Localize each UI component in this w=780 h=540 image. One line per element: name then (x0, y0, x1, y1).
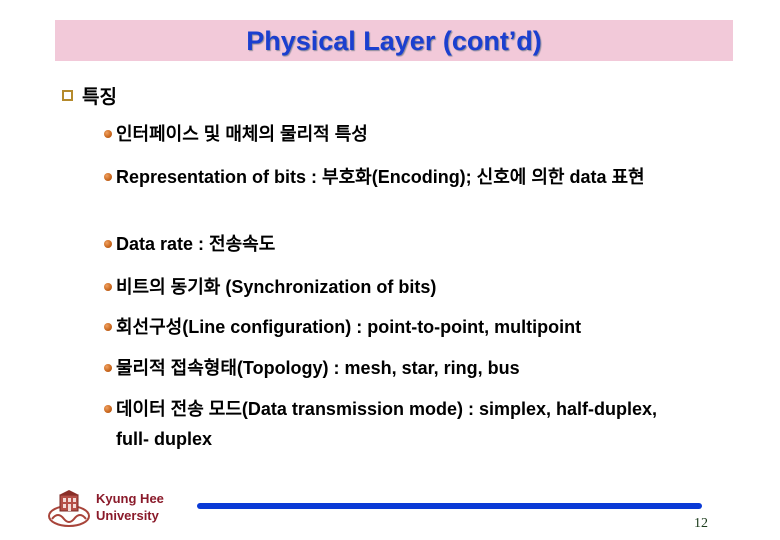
bullet-item: Representation of bits : 부호화(Encoding); … (102, 162, 702, 192)
square-bullet-icon (62, 90, 73, 101)
bullet-dot-icon (104, 283, 112, 291)
university-name: Kyung Hee University (96, 490, 164, 524)
bullet-text: 인터페이스 및 매체의 물리적 특성 (116, 124, 368, 144)
bullet-text: 회선구성(Line configuration) : point-to-poin… (116, 317, 582, 337)
bullet-item: 회선구성(Line configuration) : point-to-poin… (102, 312, 712, 342)
bullet-dot-icon (104, 240, 112, 248)
bullet-item: 데이터 전송 모드(Data transmission mode) : simp… (102, 394, 692, 454)
bullet-dot-icon (104, 173, 112, 181)
page-number: 12 (694, 516, 708, 531)
slide-title: Physical Layer (cont’d) (246, 26, 542, 56)
bullet-item: 물리적 접속형태(Topology) : mesh, star, ring, b… (102, 353, 712, 383)
bullet-dot-icon (104, 405, 112, 413)
section-heading-text: 특징 (82, 87, 117, 108)
university-seal-icon (46, 489, 92, 529)
bullet-item: 비트의 동기화 (Synchronization of bits) (102, 272, 712, 302)
bullet-text: Data rate : 전송속도 (116, 234, 276, 254)
university-name-line2: University (96, 508, 159, 523)
bullet-dot-icon (104, 130, 112, 138)
university-name-line1: Kyung Hee (96, 491, 164, 506)
bullet-text: 데이터 전송 모드(Data transmission mode) : simp… (116, 399, 658, 449)
footer-rule (197, 503, 702, 509)
title-band: Physical Layer (cont’d) (55, 20, 733, 61)
bullet-text: 비트의 동기화 (Synchronization of bits) (116, 277, 437, 297)
section-heading: 특징 (62, 82, 117, 109)
bullet-dot-icon (104, 323, 112, 331)
bullet-dot-icon (104, 364, 112, 372)
bullet-text: Representation of bits : 부호화(Encoding); … (116, 167, 645, 187)
bullet-text: 물리적 접속형태(Topology) : mesh, star, ring, b… (116, 358, 520, 378)
bullet-item: Data rate : 전송속도 (102, 229, 712, 259)
bullet-item: 인터페이스 및 매체의 물리적 특성 (102, 119, 712, 149)
